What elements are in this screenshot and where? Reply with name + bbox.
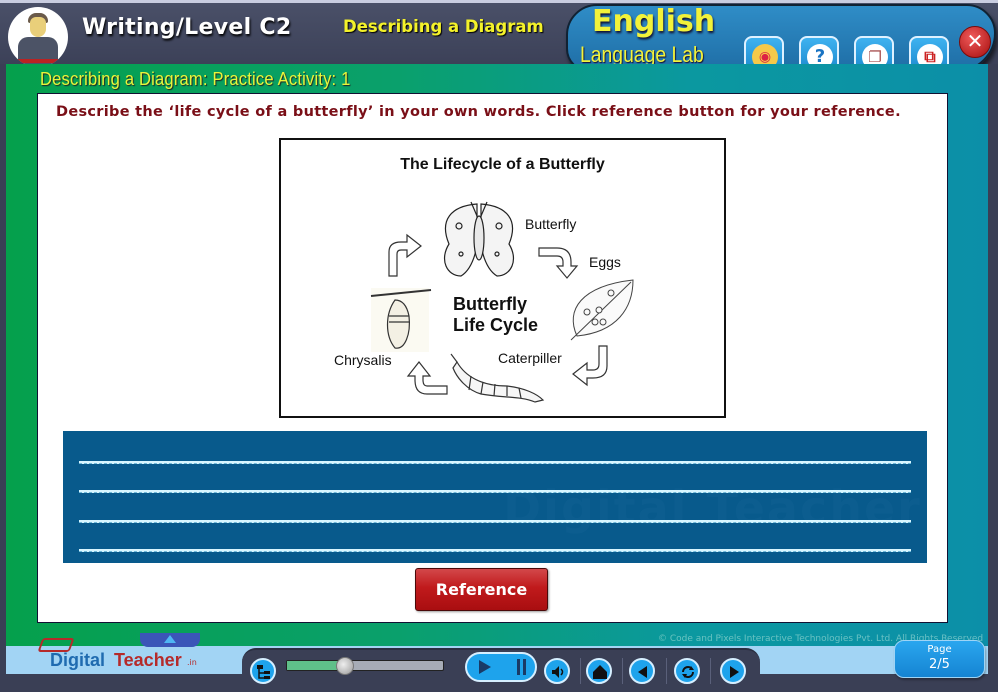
butterfly-drawing xyxy=(444,201,514,277)
page-label: Page xyxy=(927,644,952,655)
diagram-center-label: Butterfly Life Cycle xyxy=(453,294,538,336)
arrow-eggs-to-caterpillar xyxy=(572,345,608,387)
progress-slider[interactable] xyxy=(286,657,444,675)
logo-teacher: Teacher xyxy=(114,650,182,670)
leaf-eggs-drawing xyxy=(570,279,634,341)
logo-suffix: .in xyxy=(187,658,197,667)
play-pause-icon xyxy=(479,659,526,675)
close-icon: ✕ xyxy=(966,29,984,53)
activity-panel: Describe the ‘life cycle of a butterfly’… xyxy=(37,93,948,623)
home-icon xyxy=(593,665,607,679)
center-label-line1: Butterfly xyxy=(453,294,528,314)
writing-line[interactable] xyxy=(79,549,911,552)
lifecycle-diagram: The Lifecycle of a Butterfly Butterfly E… xyxy=(279,138,726,418)
label-butterfly: Butterfly xyxy=(525,216,577,232)
center-label-line2: Life Cycle xyxy=(453,315,539,335)
volume-button[interactable] xyxy=(544,658,570,684)
sitemap-icon xyxy=(257,665,270,679)
progress-knob[interactable] xyxy=(335,657,354,675)
menu-tree-button[interactable] xyxy=(250,658,276,684)
next-icon xyxy=(730,666,739,678)
digital-teacher-logo: Digital Teacher .in xyxy=(37,638,210,674)
brand-panel: English Language Lab ◉ ? ❐ ⧉ xyxy=(566,4,996,76)
instruction-text: Describe the ‘life cycle of a butterfly’… xyxy=(56,104,901,120)
play-pause-button[interactable] xyxy=(465,652,537,682)
next-button[interactable] xyxy=(720,658,746,684)
previous-button[interactable] xyxy=(629,658,655,684)
level-title: Writing/Level C2 xyxy=(82,15,292,40)
logo-digital: Digital xyxy=(50,650,106,670)
topic-title: Describing a Diagram xyxy=(343,17,544,36)
close-button[interactable]: ✕ xyxy=(959,26,991,58)
arrow-caterpillar-to-chrysalis xyxy=(406,361,448,395)
chrysalis-drawing xyxy=(370,288,432,352)
label-eggs: Eggs xyxy=(589,254,621,270)
brand-english: English xyxy=(592,4,716,39)
label-caterpiller: Caterpiller xyxy=(498,350,562,366)
diagram-title: The Lifecycle of a Butterfly xyxy=(400,156,605,173)
reference-button[interactable]: Reference xyxy=(415,568,548,611)
activity-title: Describing a Diagram: Practice Activity:… xyxy=(40,69,351,89)
arrow-butterfly-to-eggs xyxy=(538,247,579,279)
page-value: 2/5 xyxy=(929,657,950,672)
replay-button[interactable] xyxy=(674,658,700,684)
page-indicator: Page 2/5 xyxy=(894,640,985,678)
label-chrysalis: Chrysalis xyxy=(334,352,392,368)
diagram-illustration xyxy=(370,201,634,403)
previous-icon xyxy=(638,666,647,678)
writing-line[interactable] xyxy=(79,520,911,523)
writing-line[interactable] xyxy=(79,490,911,493)
arrow-chrysalis-to-butterfly xyxy=(388,233,422,277)
answer-writing-area[interactable]: Digital Teacher xyxy=(63,431,927,563)
speaker-icon xyxy=(552,666,564,678)
writing-line[interactable] xyxy=(79,461,911,464)
refresh-icon xyxy=(682,666,694,678)
avatar xyxy=(8,7,68,67)
home-button[interactable] xyxy=(586,658,612,684)
